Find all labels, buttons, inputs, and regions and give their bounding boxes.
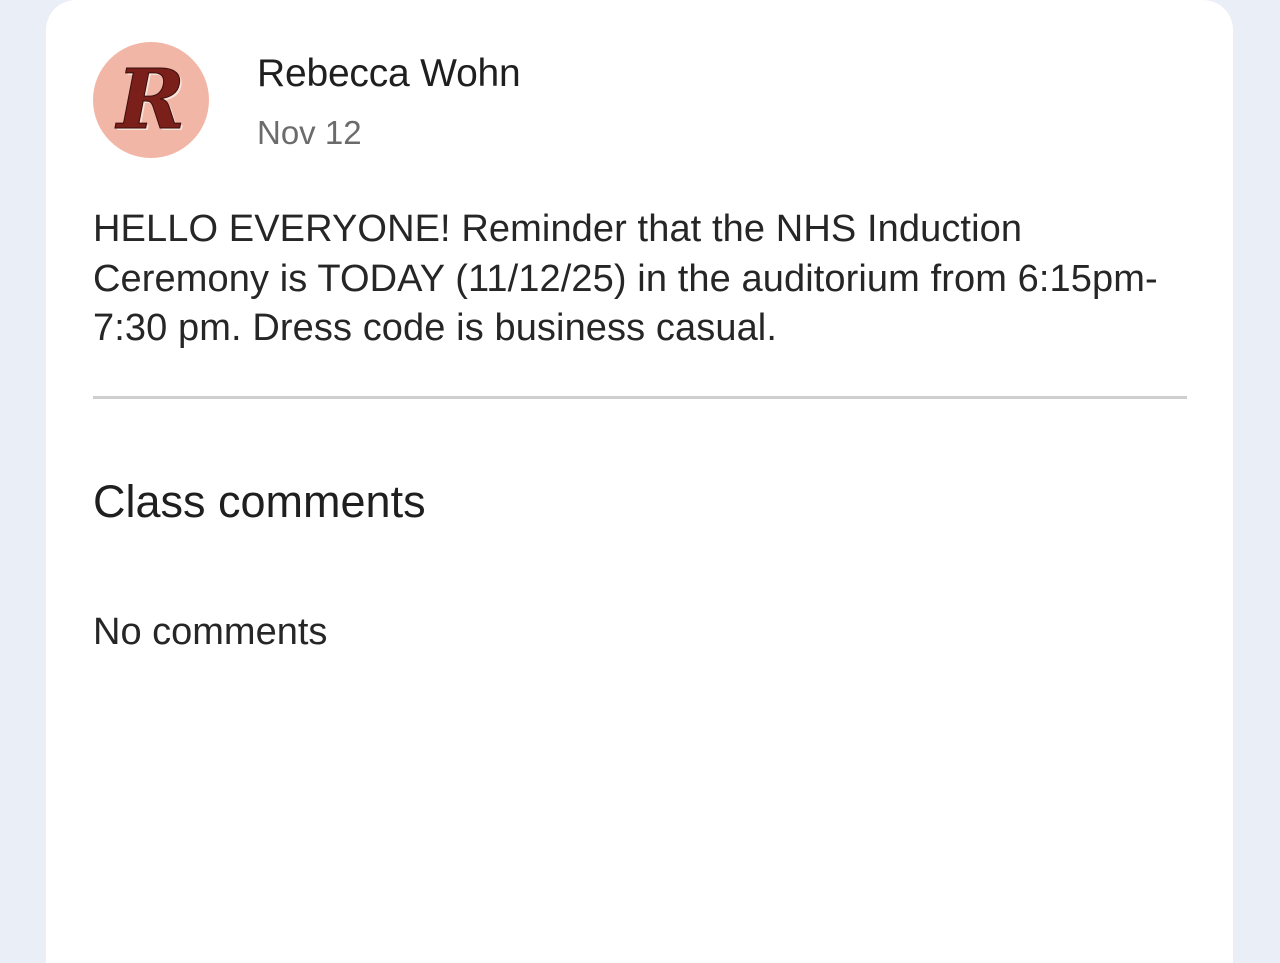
author-name: Rebecca Wohn: [257, 52, 521, 95]
announcement-card: R R Rebecca Wohn Nov 12 HELLO EVERYONE! …: [46, 0, 1233, 963]
avatar-letter: R R: [114, 52, 187, 151]
author-avatar[interactable]: R R: [93, 42, 209, 158]
avatar-letter-main: R: [115, 52, 185, 148]
announcement-text: HELLO EVERYONE! Reminder that the NHS In…: [93, 208, 1158, 349]
class-comments-heading: Class comments: [93, 476, 426, 527]
no-comments-text: No comments: [93, 611, 328, 653]
divider: [93, 396, 1187, 399]
post-date: Nov 12: [257, 114, 362, 151]
